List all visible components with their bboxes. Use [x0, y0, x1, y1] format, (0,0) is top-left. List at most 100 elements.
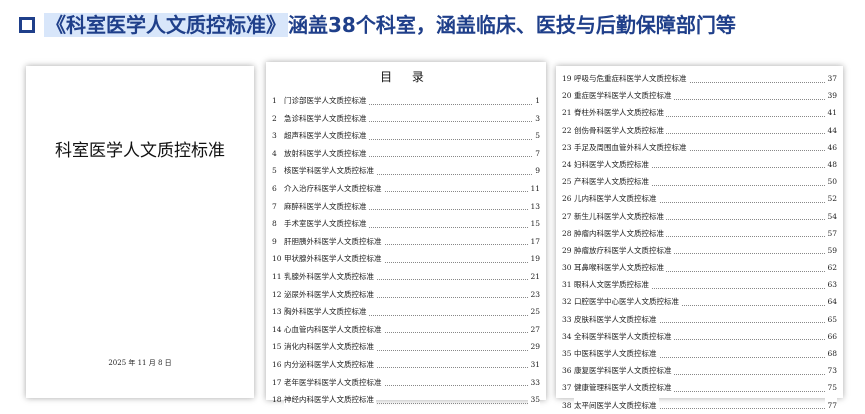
toc-entry-title: 肿瘤放疗科医学人文质控标准 [574, 241, 674, 260]
toc-entry-title: 重症医学科医学人文质控标准 [574, 87, 674, 105]
toc-entry-title: 内分泌科医学人文质控标准 [284, 355, 376, 374]
toc-entry-number: 28 [562, 228, 572, 238]
toc-entry-page: 54 [825, 207, 837, 225]
toc-entry-number: 25 [562, 177, 572, 187]
toc-entry-number: 18 [272, 395, 282, 405]
toc-entry-title: 门诊部医学人文质控标准 [284, 92, 369, 110]
toc-entry-number: 17 [272, 377, 282, 387]
toc-entry-number: 10 [272, 254, 282, 264]
toc-entry-number: 16 [272, 359, 282, 369]
toc-entry: 38 太平间医学人文质控标准 77 [556, 396, 843, 414]
toc-entry-number: 5 [272, 166, 277, 176]
toc-entry-page: 23 [528, 285, 540, 304]
toc-entry-title: 眼科人文医学质控标准 [574, 276, 651, 294]
toc-entry: 8 手术室医学人文质控标准 15 [266, 215, 546, 233]
cover-date: 2025 年 11 月 8 日 [108, 359, 172, 367]
toc-entry-title: 健康管理科医学人文质控标准 [574, 379, 674, 397]
toc-entry-title: 新生儿科医学人文质控标准 [574, 207, 666, 225]
toc-entry: 30 耳鼻喉科医学人文质控标准 62 [556, 259, 843, 277]
toc-entry-page: 68 [825, 345, 837, 363]
toc-entry-page: 21 [528, 267, 540, 286]
toc-entry-number: 1 [272, 96, 277, 105]
toc-entry-page: 73 [825, 362, 837, 380]
toc-entry-number: 21 [562, 108, 572, 118]
toc-heading: 目 录 [380, 70, 432, 84]
toc-entry-number: 30 [562, 263, 572, 273]
toc-entry: 26 儿内科医学人文质控标准 52 [556, 190, 843, 208]
toc-entry: 3 超声科医学人文质控标准 5 [266, 127, 546, 145]
cover-title: 科室医学人文质控标准 [55, 141, 225, 161]
toc-entry: 32 口腔医学中心医学人文质控标准 64 [556, 293, 843, 311]
toc-entry: 31 眼科人文医学质控标准 63 [556, 276, 843, 294]
toc-entry-page: 7 [533, 144, 540, 163]
toc-entry-number: 8 [272, 219, 277, 229]
toc-entry-number: 29 [562, 245, 572, 255]
toc-entry-title: 皮肤科医学人文质控标准 [574, 310, 659, 328]
toc-entry-page: 64 [825, 293, 837, 311]
toc-entry-title: 儿内科医学人文质控标准 [574, 190, 659, 208]
toc-entry: 24 妇科医学人文质控标准 48 [556, 155, 843, 174]
toc-entry-page: 31 [528, 355, 540, 374]
toc-entry: 37 健康管理科医学人文质控标准 75 [556, 379, 843, 397]
toc-entry-title: 手术室医学人文质控标准 [284, 215, 369, 233]
toc-entry-page: 65 [825, 310, 837, 328]
toc-entry-title: 急诊科医学人文质控标准 [284, 109, 369, 128]
toc-entry-page: 63 [825, 276, 837, 294]
toc-entry-page: 9 [533, 162, 540, 180]
toc-entry-page: 52 [825, 190, 837, 208]
toc-entry-page: 62 [825, 259, 837, 277]
toc-entry-page: 39 [825, 87, 837, 105]
toc-entry-number: 36 [562, 366, 572, 376]
toc-entry-page: 35 [528, 391, 540, 409]
toc-list-1: 1 门诊部医学人文质控标准 1 2 急诊科医学人文质控标准 3 3 超声科医学人文质控标准 5 4… [266, 92, 546, 409]
toc-entry-number: 26 [562, 194, 572, 204]
toc-entry: 21 脊柱外科医学人文质控标准 41 [556, 104, 843, 122]
toc-entry: 34 全科医学科医学人文质控标准 66 [556, 327, 843, 346]
toc-entry-number: 9 [272, 236, 277, 246]
square-bullet-icon [19, 17, 35, 33]
toc-entry-number: 32 [562, 297, 572, 307]
toc-entry: 17 老年医学科医学人文质控标准 33 [266, 373, 546, 392]
toc-entry-title: 妇科医学人文质控标准 [574, 155, 651, 174]
toc-entry-page: 48 [825, 155, 837, 174]
toc-entry-page: 77 [825, 396, 837, 414]
toc-entry-title: 产科医学人文质控标准 [574, 173, 651, 191]
toc-entry-number: 20 [562, 91, 572, 101]
toc-entry-number: 4 [272, 148, 277, 158]
toc-entry-page: 1 [533, 92, 540, 110]
toc-entry: 6 介入治疗科医学人文质控标准 11 [266, 179, 546, 198]
toc-entry-title: 太平间医学人文质控标准 [574, 396, 659, 414]
toc-entry-title: 耳鼻喉科医学人文质控标准 [574, 259, 666, 277]
toc-entry-page: 75 [825, 379, 837, 397]
toc-entry-number: 33 [562, 314, 572, 324]
slide-title-highlight: 《科室医学人文质控标准》 [44, 13, 288, 37]
toc-entry: 12 泌尿外科医学人文质控标准 23 [266, 285, 546, 304]
toc-entry: 29 肿瘤放疗科医学人文质控标准 59 [556, 241, 843, 260]
toc-entry-title: 全科医学科医学人文质控标准 [574, 327, 674, 346]
toc-entry-number: 37 [562, 383, 572, 393]
toc-entry: 9 肝胆胰外科医学人文质控标准 17 [266, 232, 546, 251]
toc-entry-title: 泌尿外科医学人文质控标准 [284, 285, 376, 304]
toc-page-2: 19 呼吸与危重症科医学人文质控标准 37 20 重症医学科医学人文质控标准 39 21 脊柱… [556, 66, 843, 414]
toc-entry-number: 2 [272, 113, 277, 123]
toc-entry-page: 46 [825, 138, 837, 156]
toc-entry-number: 14 [272, 324, 282, 334]
toc-entry-title: 口腔医学中心医学人文质控标准 [574, 293, 681, 311]
toc-entry: 14 心血管内科医学人文质控标准 27 [266, 320, 546, 339]
toc-entry-title: 神经内科医学人文质控标准 [284, 391, 376, 409]
toc-entry: 35 中医科医学人文质控标准 68 [556, 345, 843, 363]
toc-entry: 1 门诊部医学人文质控标准 1 [266, 92, 546, 110]
toc-entry-number: 35 [562, 349, 572, 358]
toc-entry: 18 神经内科医学人文质控标准 35 [266, 391, 546, 409]
toc-entry-title: 核医学科医学人文质控标准 [284, 162, 376, 180]
toc-entry-title: 肝胆胰外科医学人文质控标准 [284, 232, 384, 251]
toc-entry: 23 手足及周围血管外科人文质控标准 46 [556, 138, 843, 156]
toc-entry-page: 33 [528, 373, 540, 392]
toc-entry: 27 新生儿科医学人文质控标准 54 [556, 207, 843, 225]
toc-entry-page: 29 [528, 338, 540, 356]
toc-entry-page: 44 [825, 121, 837, 139]
toc-entry-page: 11 [528, 179, 540, 198]
toc-entry: 7 麻醉科医学人文质控标准 13 [266, 197, 546, 216]
toc-entry-number: 11 [272, 271, 282, 281]
toc-entry: 10 甲状腺外科医学人文质控标准 19 [266, 250, 546, 268]
